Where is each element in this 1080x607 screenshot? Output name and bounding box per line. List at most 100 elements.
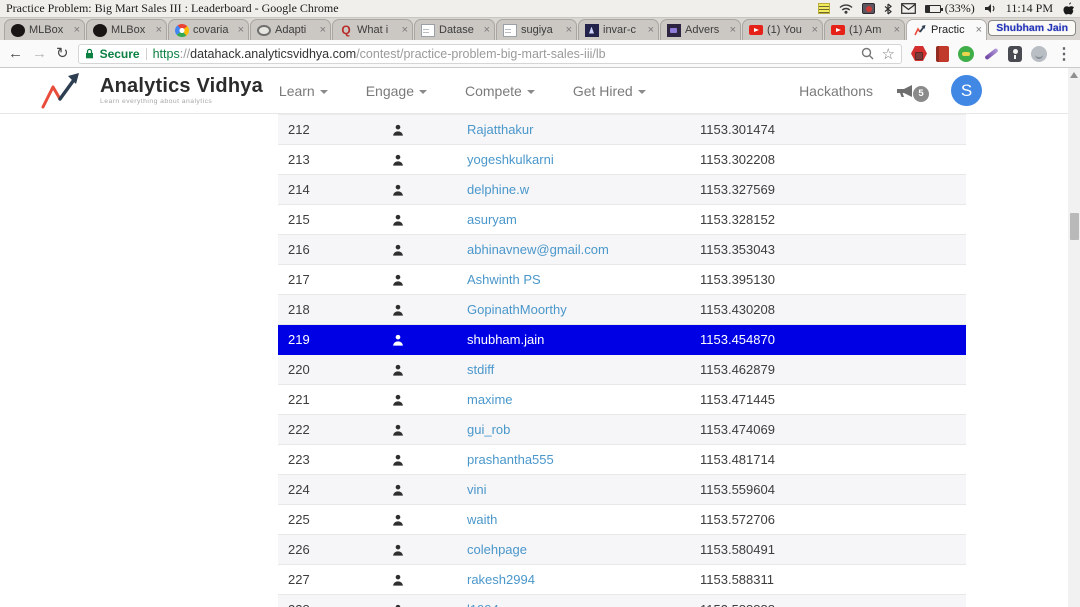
lighthouse-extension-icon[interactable] xyxy=(1008,46,1022,62)
scrollbar[interactable] xyxy=(1068,68,1080,607)
close-icon[interactable]: × xyxy=(156,25,162,36)
username-link[interactable]: l1994 xyxy=(467,602,499,607)
table-row[interactable]: 217 Ashwinth PS 1153.395130 xyxy=(278,265,966,295)
score-cell: 1153.454870 xyxy=(661,332,966,347)
username-link[interactable]: Rajatthakur xyxy=(467,122,533,137)
analytics-vidhya-logo[interactable]: Analytics Vidhya Learn everything about … xyxy=(38,71,263,111)
green-extension-icon[interactable] xyxy=(958,46,974,62)
avatar[interactable]: S xyxy=(951,75,982,106)
nav-compete[interactable]: Compete xyxy=(465,83,535,99)
rank-cell: 226 xyxy=(278,542,368,557)
username-link[interactable]: Ashwinth PS xyxy=(467,272,541,287)
browser-tab[interactable]: (1) Am × xyxy=(824,19,905,40)
close-icon[interactable]: × xyxy=(238,25,244,36)
username-link[interactable]: colehpage xyxy=(467,542,527,557)
table-row[interactable]: 227 rakesh2994 1153.588311 xyxy=(278,565,966,595)
browser-tab[interactable]: Datase × xyxy=(414,19,495,40)
close-icon[interactable]: × xyxy=(812,25,818,36)
browser-tab[interactable]: MLBox × xyxy=(86,19,167,40)
username-link[interactable]: stdiff xyxy=(467,362,494,377)
address-bar[interactable]: Secure https://datahack.analyticsvidhya.… xyxy=(78,44,902,64)
reload-button[interactable]: ↻ xyxy=(56,46,69,61)
rank-cell: 214 xyxy=(278,182,368,197)
mail-icon[interactable] xyxy=(901,3,916,14)
username-link[interactable]: gui_rob xyxy=(467,422,510,437)
nav-get-hired[interactable]: Get Hired xyxy=(573,83,646,99)
battery-icon[interactable]: (33%) xyxy=(925,1,975,16)
close-icon[interactable]: × xyxy=(320,25,326,36)
table-row[interactable]: 223 prashantha555 1153.481714 xyxy=(278,445,966,475)
username-link[interactable]: abhinavnew@gmail.com xyxy=(467,242,609,257)
close-icon[interactable]: × xyxy=(566,25,572,36)
browser-tab[interactable]: Adapti × xyxy=(250,19,331,40)
nav-learn[interactable]: Learn xyxy=(279,83,328,99)
close-icon[interactable]: × xyxy=(648,25,654,36)
table-row[interactable]: 221 maxime 1153.471445 xyxy=(278,385,966,415)
red-book-extension-icon[interactable] xyxy=(936,46,949,62)
bluetooth-icon[interactable] xyxy=(884,3,892,15)
screen-recorder-icon[interactable] xyxy=(862,3,875,14)
chrome-menu-icon[interactable]: ⋮ xyxy=(1056,44,1072,64)
table-row[interactable]: 220 stdiff 1153.462879 xyxy=(278,355,966,385)
close-icon[interactable]: × xyxy=(976,25,982,36)
browser-tab[interactable]: MLBox × xyxy=(4,19,85,40)
table-row[interactable]: 216 abhinavnew@gmail.com 1153.353043 xyxy=(278,235,966,265)
bookmark-star-icon[interactable]: ☆ xyxy=(882,45,895,63)
table-row[interactable]: 212 Rajatthakur 1153.301474 xyxy=(278,115,966,145)
table-row[interactable]: 214 delphine.w 1153.327569 xyxy=(278,175,966,205)
username-link[interactable]: prashantha555 xyxy=(467,452,554,467)
user-icon xyxy=(368,304,428,316)
url-text[interactable]: https://datahack.analyticsvidhya.com/con… xyxy=(153,47,606,61)
scrollbar-thumb[interactable] xyxy=(1070,213,1079,240)
username-link[interactable]: shubham.jain xyxy=(467,332,544,347)
scroll-up-arrow-icon[interactable] xyxy=(1070,72,1078,78)
notifications-button[interactable]: 5 xyxy=(895,80,929,102)
browser-tab[interactable]: covaria × xyxy=(168,19,249,40)
table-row[interactable]: 213 yogeshkulkarni 1153.302208 xyxy=(278,145,966,175)
browser-tab[interactable]: (1) You × xyxy=(742,19,823,40)
table-row[interactable]: 224 vini 1153.559604 xyxy=(278,475,966,505)
browser-tab[interactable]: What i × xyxy=(332,19,413,40)
apple-icon[interactable] xyxy=(1062,2,1074,15)
browser-tab[interactable]: Practic × xyxy=(906,19,987,40)
adapti-favicon-icon xyxy=(257,25,271,36)
forward-button[interactable]: → xyxy=(32,46,47,61)
close-icon[interactable]: × xyxy=(894,25,900,36)
close-icon[interactable]: × xyxy=(730,25,736,36)
secure-label[interactable]: Secure xyxy=(100,47,140,61)
volume-icon[interactable] xyxy=(984,3,997,14)
browser-tab[interactable]: Advers × xyxy=(660,19,741,40)
close-icon[interactable]: × xyxy=(74,25,80,36)
browser-tab[interactable]: sugiya × xyxy=(496,19,577,40)
username-link[interactable]: asuryam xyxy=(467,212,517,227)
close-icon[interactable]: × xyxy=(402,25,408,36)
zoom-icon[interactable] xyxy=(861,47,874,60)
username-link[interactable]: GopinathMoorthy xyxy=(467,302,567,317)
table-row[interactable]: 215 asuryam 1153.328152 xyxy=(278,205,966,235)
username-link[interactable]: yogeshkulkarni xyxy=(467,152,554,167)
browser-tab[interactable]: invar-c × xyxy=(578,19,659,40)
close-icon[interactable]: × xyxy=(484,25,490,36)
gray-extension-icon[interactable] xyxy=(1031,46,1047,62)
username-link[interactable]: rakesh2994 xyxy=(467,572,535,587)
username-link[interactable]: maxime xyxy=(467,392,513,407)
table-row[interactable]: 225 waith 1153.572706 xyxy=(278,505,966,535)
table-row[interactable]: 226 colehpage 1153.580491 xyxy=(278,535,966,565)
back-button[interactable]: ← xyxy=(8,46,23,61)
table-row[interactable]: 219 shubham.jain 1153.454870 xyxy=(278,325,966,355)
username-link[interactable]: waith xyxy=(467,512,497,527)
tab-strip: MLBox × MLBox × covaria × Adapti × What … xyxy=(0,18,1080,40)
nav-engage[interactable]: Engage xyxy=(366,83,427,99)
username-link[interactable]: vini xyxy=(467,482,487,497)
table-row[interactable]: 218 GopinathMoorthy 1153.430208 xyxy=(278,295,966,325)
adblock-extension-icon[interactable] xyxy=(911,46,927,61)
table-row[interactable]: 228 l1994 1153.588888 xyxy=(278,595,966,607)
notes-icon[interactable] xyxy=(818,3,830,14)
username-link[interactable]: delphine.w xyxy=(467,182,529,197)
clock[interactable]: 11:14 PM xyxy=(1006,1,1053,16)
hackathons-link[interactable]: Hackathons xyxy=(799,83,873,99)
table-row[interactable]: 222 gui_rob 1153.474069 xyxy=(278,415,966,445)
wifi-icon[interactable] xyxy=(839,3,853,14)
brush-extension-icon[interactable] xyxy=(983,46,999,62)
rank-cell: 222 xyxy=(278,422,368,437)
